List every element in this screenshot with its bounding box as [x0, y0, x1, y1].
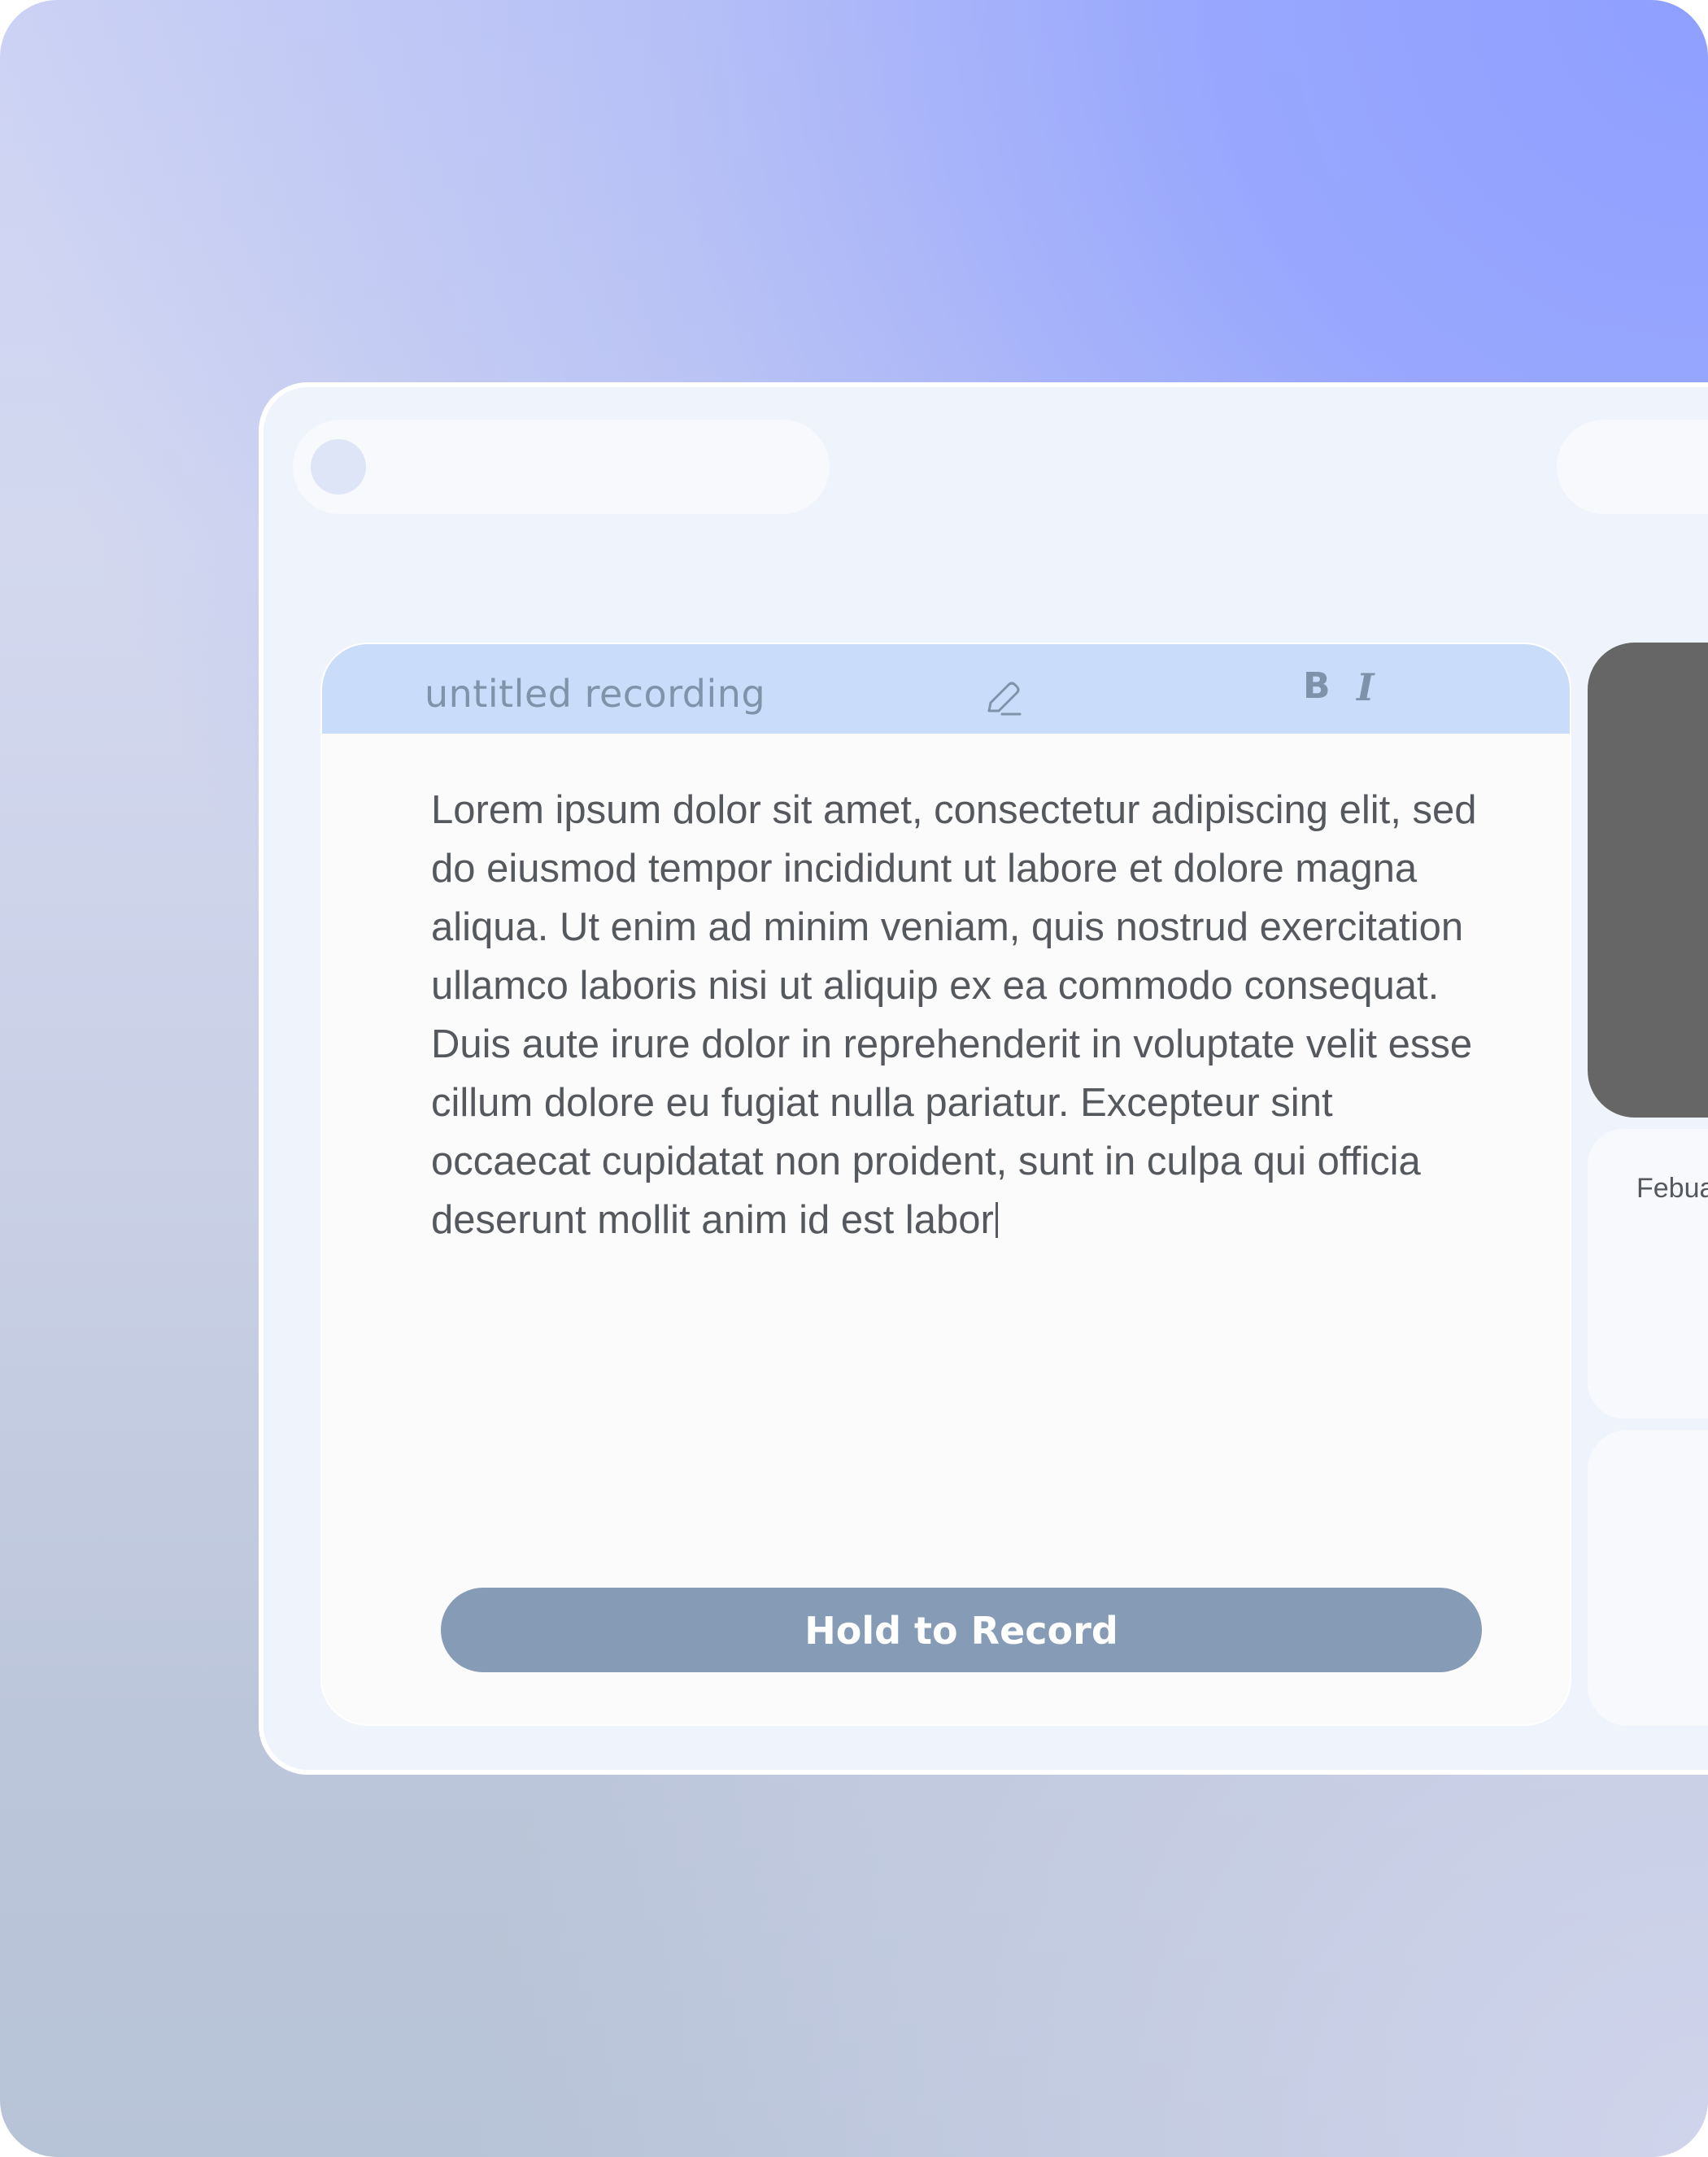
top-bar-pill[interactable] [293, 420, 830, 514]
text-caret [995, 1202, 998, 1238]
bold-button[interactable]: B [1303, 665, 1331, 707]
side-card[interactable] [1588, 1430, 1708, 1726]
italic-button[interactable]: I [1357, 665, 1375, 709]
background-frame: untitled recording B I Lorem ipsum dolor… [0, 0, 1708, 2157]
date-card[interactable]: Febua [1588, 1129, 1708, 1418]
app-window: untitled recording B I Lorem ipsum dolor… [259, 382, 1708, 1775]
recording-editor: untitled recording B I Lorem ipsum dolor… [320, 643, 1571, 1726]
recording-title[interactable]: untitled recording [425, 672, 765, 716]
top-bar-pill-right[interactable] [1557, 420, 1708, 514]
pencil-icon[interactable] [981, 677, 1025, 721]
transcript-text[interactable]: Lorem ipsum dolor sit amet, consectetur … [431, 781, 1488, 1249]
avatar[interactable] [311, 439, 366, 495]
hold-to-record-button[interactable]: Hold to Record [441, 1588, 1482, 1672]
date-label: Febua [1636, 1173, 1708, 1204]
editor-header: untitled recording B I [322, 644, 1570, 734]
transcript-content: Lorem ipsum dolor sit amet, consectetur … [431, 788, 1477, 1242]
media-preview-card[interactable] [1588, 643, 1708, 1118]
